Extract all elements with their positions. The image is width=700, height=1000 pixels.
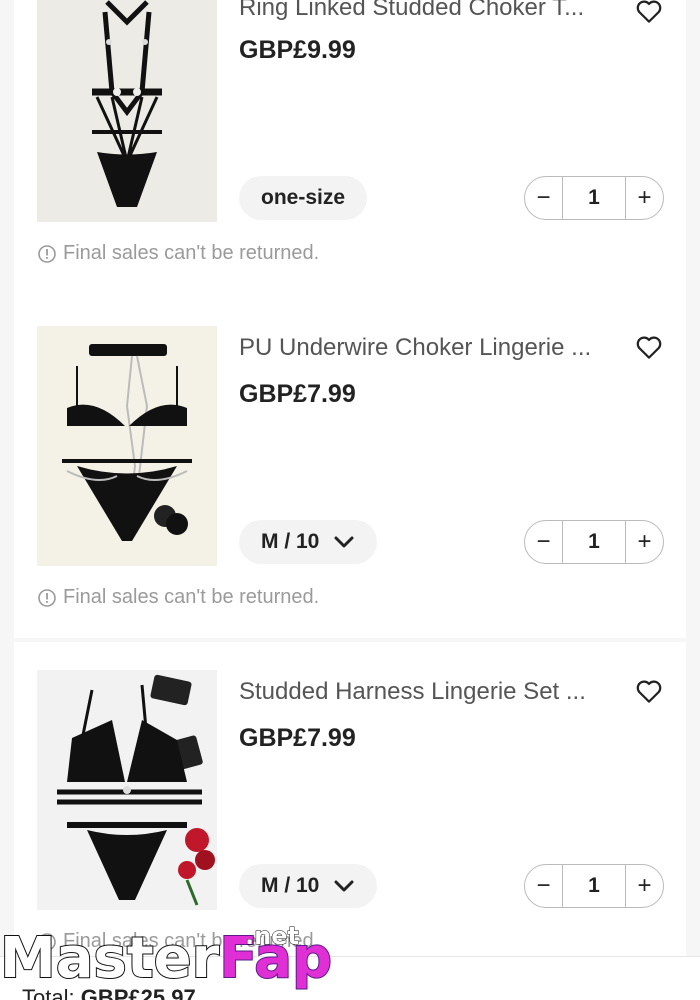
product-title[interactable]: Studded Harness Lingerie Set ... [239,678,599,706]
increase-quantity-button[interactable]: + [626,177,663,219]
product-title[interactable]: PU Underwire Choker Lingerie ... [239,334,599,362]
heart-icon[interactable] [634,0,664,26]
cart-page: Ring Linked Studded Choker T... GBP£9.99… [0,0,700,1000]
cart-item: Ring Linked Studded Choker T... GBP£9.99… [14,0,686,298]
increase-quantity-button[interactable]: + [626,865,663,907]
product-image-graphic [37,670,217,910]
watermark-text-net: .net [245,922,300,951]
size-selector[interactable]: M / 10 [239,520,378,564]
product-image[interactable] [37,0,217,222]
quantity-value[interactable]: 1 [562,177,626,219]
product-image-graphic [37,326,217,566]
quantity-value[interactable]: 1 [562,521,626,563]
final-sale-notice: Final sales can't be returned. [37,586,319,609]
watermark-logo: MasterFap .net [0,918,333,1000]
final-sale-text: Final sales can't be returned. [63,586,320,608]
product-title[interactable]: Ring Linked Studded Choker T... [239,0,599,22]
info-circle-icon [38,588,56,607]
heart-icon-graphic [636,336,662,359]
size-label: M / 10 [261,874,320,897]
watermark-text-master: Master [0,925,220,992]
quantity-stepper: − 1 + [524,864,664,908]
decrease-quantity-button[interactable]: − [525,177,562,219]
heart-icon[interactable] [634,332,664,362]
size-selector[interactable]: M / 10 [239,864,378,908]
info-circle-icon [38,244,56,263]
size-label: one-size [261,186,346,209]
size-label: M / 10 [261,530,320,553]
decrease-quantity-button[interactable]: − [525,521,562,563]
product-price: GBP£9.99 [239,36,356,64]
heart-icon-graphic [636,0,662,23]
chevron-down-icon [334,880,354,892]
final-sale-text: Final sales can't be returned. [63,242,320,264]
heart-icon-graphic [636,680,662,703]
size-selector[interactable]: one-size [239,176,368,220]
heart-icon[interactable] [634,676,664,706]
final-sale-notice: Final sales can't be returned. [37,242,319,265]
chevron-down-icon [334,536,354,548]
product-price: GBP£7.99 [239,380,356,408]
increase-quantity-button[interactable]: + [626,521,663,563]
product-image[interactable] [37,670,217,910]
product-price: GBP£7.99 [239,724,356,752]
product-image[interactable] [37,326,217,566]
cart-item: PU Underwire Choker Lingerie ... GBP£7.9… [14,298,686,638]
quantity-stepper: − 1 + [524,520,664,564]
product-image-graphic [37,0,217,222]
quantity-stepper: − 1 + [524,176,664,220]
decrease-quantity-button[interactable]: − [525,865,562,907]
quantity-value[interactable]: 1 [562,865,626,907]
